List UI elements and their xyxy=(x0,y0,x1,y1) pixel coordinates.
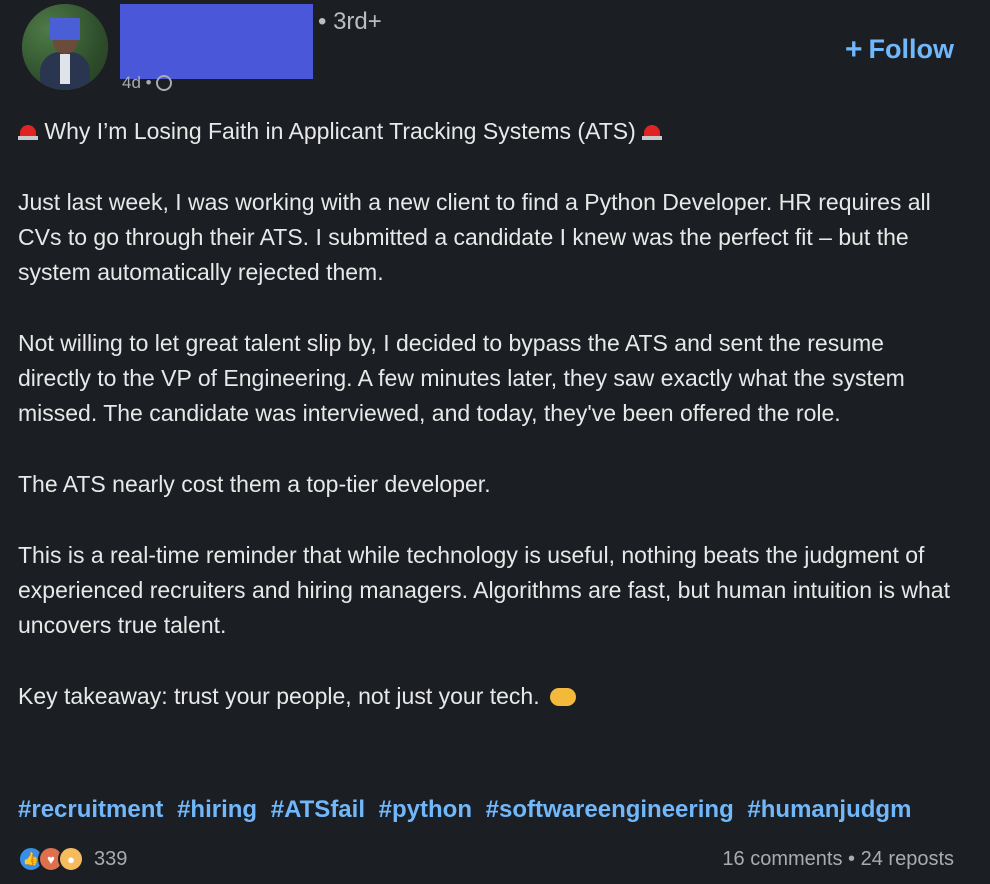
police-siren-icon xyxy=(642,121,663,141)
hashtag-list: #recruitment #hiring #ATSfail #python #s… xyxy=(18,796,948,824)
post-meta: 4d • xyxy=(122,73,172,93)
social-counts-bar: 👍 ♥ ● 339 16 comments • 24 reposts xyxy=(18,846,954,872)
hashtag-link[interactable]: #humanjudgm xyxy=(747,796,911,823)
post-paragraph: This is a real-time reminder that while … xyxy=(18,542,950,638)
hashtag-link[interactable]: #recruitment xyxy=(18,796,163,823)
hashtag-link[interactable]: #softwareengineering xyxy=(486,796,734,823)
hashtag-link[interactable]: #ATSfail xyxy=(271,796,365,823)
post-paragraph: The ATS nearly cost them a top-tier deve… xyxy=(18,471,491,497)
handshake-icon xyxy=(550,688,577,706)
author-name-redaction xyxy=(120,4,313,79)
reactions-summary[interactable]: 👍 ♥ ● 339 xyxy=(18,846,127,872)
post-body: Why I’m Losing Faith in Applicant Tracki… xyxy=(18,114,958,750)
reposts-count-link[interactable]: 24 reposts xyxy=(861,848,954,870)
takeaway-text: Key takeaway: trust your people, not jus… xyxy=(18,683,540,709)
post-title: Why I’m Losing Faith in Applicant Tracki… xyxy=(44,118,636,144)
police-siren-icon xyxy=(18,121,38,141)
plus-icon: + xyxy=(844,32,863,66)
connection-degree: • 3rd+ xyxy=(318,8,382,35)
face-redaction xyxy=(50,18,80,40)
hashtag-link[interactable]: #python xyxy=(379,796,472,823)
follow-label: Follow xyxy=(868,34,954,64)
post-card: • 3rd+ 4d • + Follow Why I’m Losing Fait… xyxy=(0,0,990,884)
insightful-reaction-icon: ● xyxy=(58,846,84,872)
post-time: 4d • xyxy=(122,73,152,92)
follow-button[interactable]: + Follow xyxy=(845,34,954,65)
globe-icon xyxy=(155,75,172,91)
avatar[interactable] xyxy=(22,4,108,90)
comments-count-link[interactable]: 16 comments xyxy=(722,848,842,870)
reaction-icons: 👍 ♥ ● xyxy=(18,846,88,872)
reaction-count: 339 xyxy=(94,847,128,870)
separator-dot: • xyxy=(848,847,856,870)
engagement-counts: 16 comments • 24 reposts xyxy=(722,848,954,871)
post-paragraph: Not willing to let great talent slip by,… xyxy=(18,330,905,426)
post-paragraph: Just last week, I was working with a new… xyxy=(18,189,931,285)
post-title-line: Why I’m Losing Faith in Applicant Tracki… xyxy=(18,114,958,149)
hashtag-link[interactable]: #hiring xyxy=(177,796,257,823)
post-paragraph-takeaway: Key takeaway: trust your people, not jus… xyxy=(18,679,958,714)
